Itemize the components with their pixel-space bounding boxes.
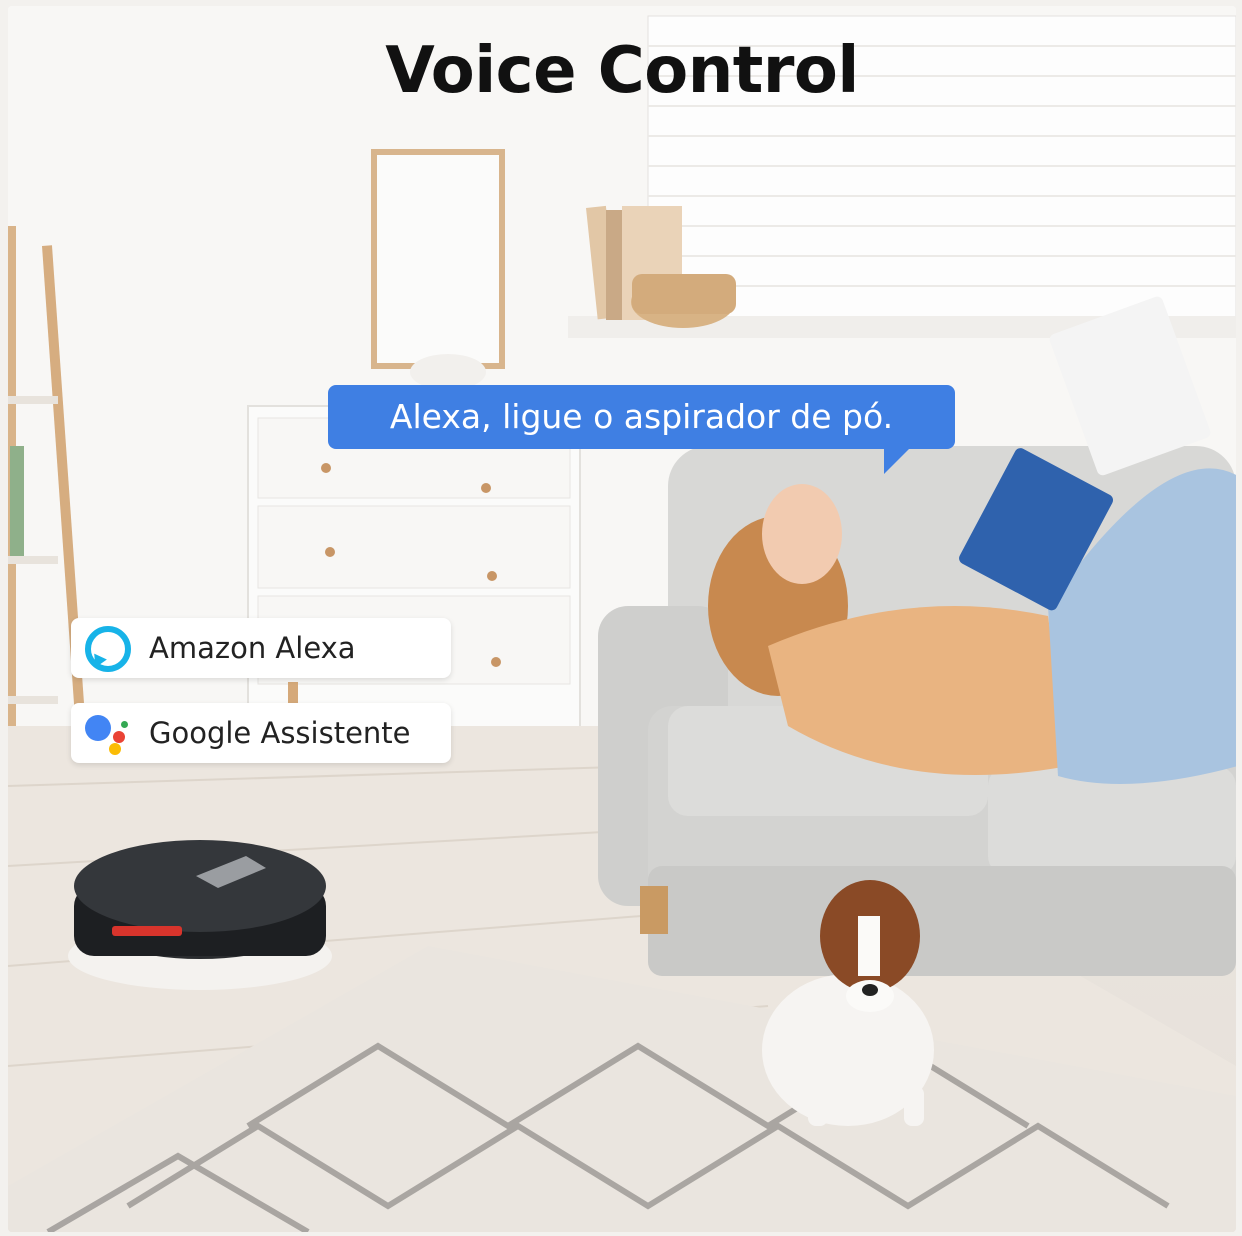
google-assistant-label: Google Assistente bbox=[149, 716, 411, 750]
picture-frame bbox=[371, 149, 505, 369]
speech-bubble: Alexa, ligue o aspirador de pó. bbox=[328, 385, 955, 449]
robot-vacuum bbox=[68, 840, 332, 990]
alexa-icon bbox=[83, 624, 131, 672]
alexa-label: Amazon Alexa bbox=[149, 631, 356, 665]
google-assistant-badge: Google Assistente bbox=[71, 703, 451, 763]
speech-bubble-tail bbox=[884, 446, 912, 474]
page-title: Voice Control bbox=[385, 34, 859, 108]
product-image: Voice Control Alexa, ligue o aspirador d… bbox=[8, 6, 1236, 1232]
google-assistant-icon bbox=[83, 709, 131, 757]
alexa-badge: Amazon Alexa bbox=[71, 618, 451, 678]
